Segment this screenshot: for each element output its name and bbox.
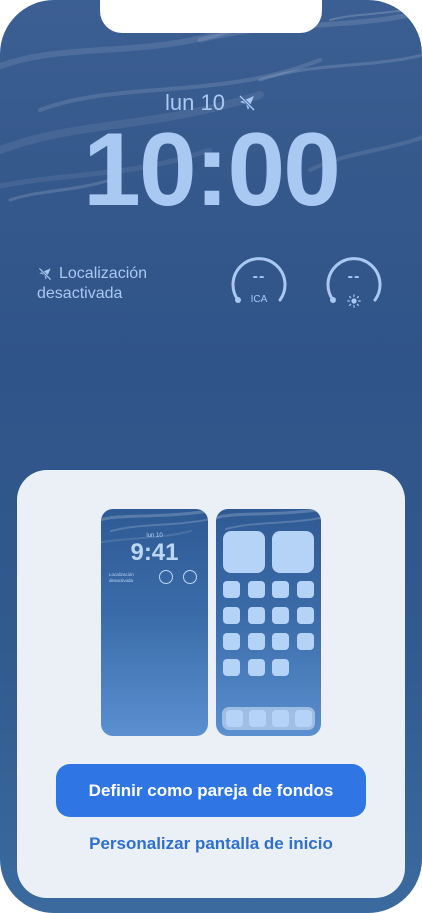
preview-dock — [222, 707, 315, 730]
preview-app-icon — [272, 659, 289, 676]
customize-home-screen-link[interactable]: Personalizar pantalla de inicio — [17, 834, 405, 854]
preview-dock-icon — [272, 710, 289, 727]
preview-app-icon — [297, 581, 314, 598]
wallpaper-pair-sheet: lun 10 9:41 Localización desactivada Def… — [17, 470, 405, 898]
preview-app-icon — [248, 607, 265, 624]
uv-gauge[interactable]: -- — [321, 250, 387, 316]
sun-icon — [347, 294, 361, 308]
preview-location-line2: desactivada — [109, 578, 134, 583]
preview-time: 9:41 — [130, 539, 179, 566]
preview-gauge — [159, 570, 173, 584]
location-label-line2: desactivada — [37, 285, 123, 302]
preview-app-icon — [223, 581, 240, 598]
lock-screen: lun 10 10:00 Localización desactivada --… — [0, 0, 422, 913]
preview-widget — [223, 531, 265, 573]
location-label-line1: Localización — [59, 265, 148, 282]
location-off-icon — [38, 267, 52, 281]
preview-app-icon — [248, 581, 265, 598]
lock-screen-preview[interactable]: lun 10 9:41 Localización desactivada — [101, 509, 208, 736]
device-notch — [100, 0, 322, 33]
preview-app-icon — [272, 581, 289, 598]
preview-app-icon — [223, 633, 240, 650]
preview-app-icon — [248, 633, 265, 650]
preview-widget — [272, 531, 314, 573]
preview-gauge — [183, 570, 197, 584]
preview-dock-icon — [226, 710, 243, 727]
location-off-icon — [238, 94, 256, 112]
gauge-value: -- — [252, 268, 266, 285]
lock-time: 10:00 — [83, 112, 341, 228]
preview-app-icon — [223, 607, 240, 624]
preview-location: Localización desactivada — [109, 572, 134, 584]
preview-dock-icon — [295, 710, 312, 727]
preview-app-icon — [223, 659, 240, 676]
preview-app-icon — [272, 633, 289, 650]
location-widget[interactable]: Localización desactivada — [37, 264, 147, 304]
preview-app-icon — [248, 659, 265, 676]
preview-app-icon — [272, 607, 289, 624]
air-quality-gauge[interactable]: -- ICA — [226, 250, 292, 316]
home-screen-preview[interactable] — [216, 509, 321, 736]
gauge-label: ICA — [250, 294, 268, 305]
preview-dock-icon — [249, 710, 266, 727]
gauge-value: -- — [347, 268, 361, 285]
preview-app-icon — [297, 633, 314, 650]
set-wallpaper-pair-button[interactable]: Definir como pareja de fondos — [56, 764, 366, 817]
preview-app-icon — [297, 607, 314, 624]
